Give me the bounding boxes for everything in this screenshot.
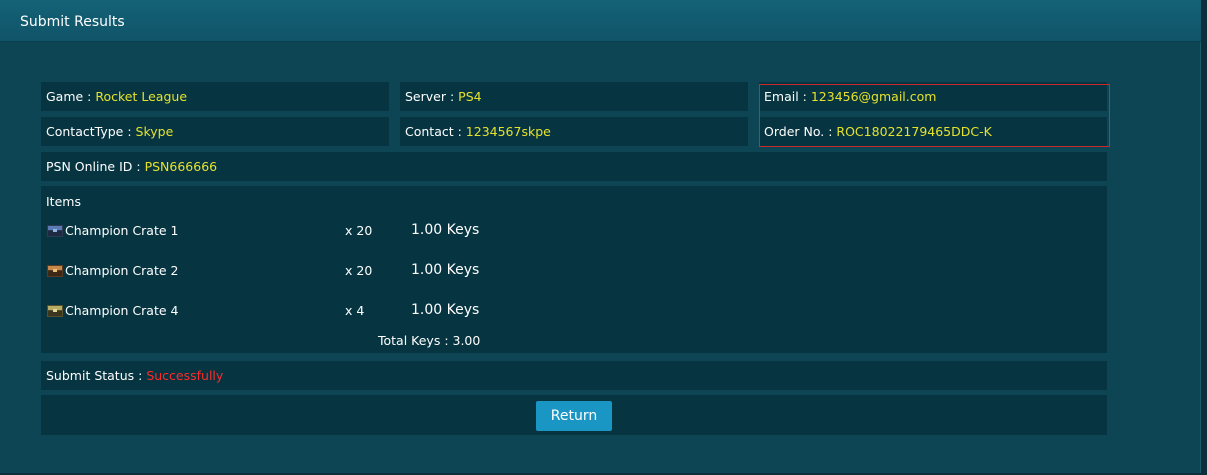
actions-bar: Return [41,395,1107,435]
page: Submit Results Game : Rocket League Serv… [0,0,1201,473]
crate-4-icon [47,305,63,317]
contact-field: Contact : 1234567skpe [400,117,748,146]
items-title: Items [46,194,81,209]
item-quantity: x 4 [345,303,365,318]
game-label: Game : [46,89,96,104]
item-name: Champion Crate 2 [65,263,179,278]
submit-status-label: Submit Status : [46,368,147,383]
submit-status-field: Submit Status : Successfully [41,361,1107,390]
submit-status-value: Successfully [146,368,224,383]
order-no-field: Order No. : ROC18022179465DDC-K [759,117,1107,146]
return-button[interactable]: Return [536,401,612,431]
item-quantity: x 20 [345,223,373,238]
server-label: Server : [405,89,459,104]
item-row: Champion Crate 2 x 20 1.00 Keys [41,262,1107,283]
item-name: Champion Crate 1 [65,223,179,238]
item-name: Champion Crate 4 [65,303,179,318]
email-field: Email : 123456@gmail.com [759,82,1107,111]
contact-value: 1234567skpe [465,124,551,139]
email-value: 123456@gmail.com [810,89,937,104]
item-quantity: x 20 [345,263,373,278]
psn-id-label: PSN Online ID : [46,159,145,174]
item-price: 1.00 Keys [411,302,480,318]
order-no-value: ROC18022179465DDC-K [836,124,992,139]
psn-id-field: PSN Online ID : PSN666666 [41,152,1107,181]
game-field: Game : Rocket League [41,82,389,111]
contact-type-label: ContactType : [46,124,136,139]
item-row: Champion Crate 1 x 20 1.00 Keys [41,222,1107,243]
contact-type-field: ContactType : Skype [41,117,389,146]
item-price: 1.00 Keys [411,222,480,238]
page-title: Submit Results [20,14,125,30]
game-value: Rocket League [95,89,188,104]
crate-1-icon [47,225,63,237]
contact-label: Contact : [405,124,466,139]
contact-type-value: Skype [135,124,174,139]
item-row: Champion Crate 4 x 4 1.00 Keys [41,302,1107,323]
psn-id-value: PSN666666 [144,159,218,174]
order-no-label: Order No. : [764,124,837,139]
total-keys: Total Keys : 3.00 [378,333,481,348]
item-price: 1.00 Keys [411,262,480,278]
server-field: Server : PS4 [400,82,748,111]
crate-2-icon [47,265,63,277]
items-panel: Items Champion Crate 1 x 20 1.00 Keys Ch… [41,186,1107,353]
header-bar: Submit Results [0,0,1201,42]
email-label: Email : [764,89,811,104]
server-value: PS4 [458,89,482,104]
